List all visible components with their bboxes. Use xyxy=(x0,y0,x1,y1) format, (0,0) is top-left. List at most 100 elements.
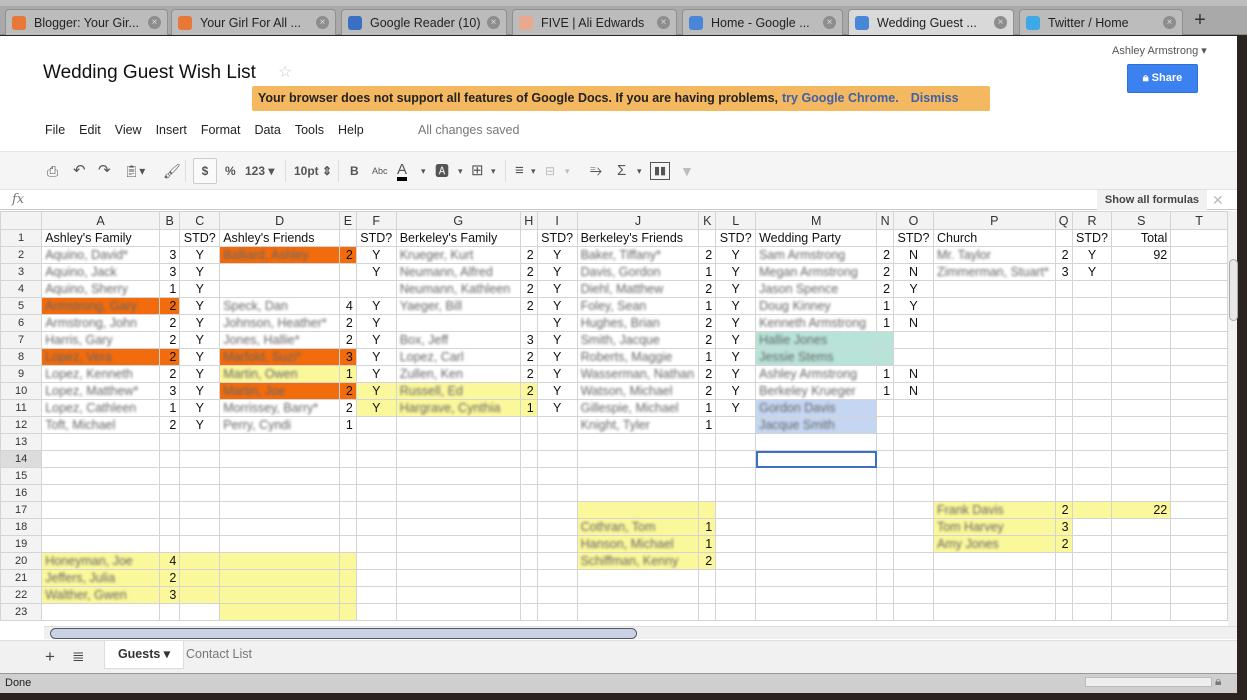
cell-S14[interactable] xyxy=(1111,450,1172,468)
cell-C12[interactable]: Y xyxy=(179,416,221,434)
cell-J15[interactable] xyxy=(576,467,700,485)
cell-A15[interactable] xyxy=(41,467,160,485)
cell-L4[interactable]: Y xyxy=(715,280,757,298)
cell-A9[interactable]: Lopez, Kenneth xyxy=(41,365,160,383)
column-header[interactable]: C xyxy=(179,211,221,230)
cell-Q19[interactable]: 2 xyxy=(1054,535,1073,553)
menu-help[interactable]: Help xyxy=(338,123,364,137)
close-tab-icon[interactable]: × xyxy=(657,16,670,29)
cell-C2[interactable]: Y xyxy=(179,246,221,264)
cell-I15[interactable] xyxy=(536,467,578,485)
cell-E16[interactable] xyxy=(339,484,357,502)
cell-J23[interactable] xyxy=(576,603,700,621)
column-header[interactable]: L xyxy=(715,211,757,230)
close-tab-icon[interactable]: × xyxy=(487,16,500,29)
cell-J4[interactable]: Diehl, Matthew xyxy=(576,280,700,298)
cell-L23[interactable] xyxy=(715,603,757,621)
filter-icon[interactable]: ▼ xyxy=(680,162,694,180)
cell-I18[interactable] xyxy=(536,518,578,536)
cell-D12[interactable]: Perry, Cyndi xyxy=(219,416,340,434)
row-header[interactable]: 7 xyxy=(0,331,43,349)
cell-S23[interactable] xyxy=(1111,603,1172,621)
cell-O7[interactable] xyxy=(893,331,934,349)
cell-B15[interactable] xyxy=(158,467,181,485)
cell-N14[interactable] xyxy=(876,450,895,468)
row-header[interactable]: 20 xyxy=(0,552,43,570)
row-header[interactable]: 16 xyxy=(0,484,43,502)
cell-H11[interactable]: 1 xyxy=(519,399,538,417)
close-tab-icon[interactable]: × xyxy=(1163,16,1176,29)
cell-H13[interactable] xyxy=(519,433,538,451)
cell-E8[interactable]: 3 xyxy=(339,348,357,366)
cell-G1[interactable]: Berkeley's Family xyxy=(395,229,521,247)
cell-G2[interactable]: Krueger, Kurt xyxy=(395,246,521,264)
cell-R3[interactable]: Y xyxy=(1071,263,1113,281)
cell-D1[interactable]: Ashley's Friends xyxy=(219,229,340,247)
cell-P1[interactable]: Church xyxy=(932,229,1056,247)
cell-T13[interactable] xyxy=(1170,433,1228,451)
cell-A16[interactable] xyxy=(41,484,160,502)
cell-J20[interactable]: Schiffman, Kenny xyxy=(576,552,700,570)
cell-S4[interactable] xyxy=(1111,280,1172,298)
browser-tab[interactable]: Home - Google ... × xyxy=(682,9,843,35)
cell-E5[interactable]: 4 xyxy=(339,297,357,315)
cell-S19[interactable] xyxy=(1111,535,1172,553)
cell-M16[interactable] xyxy=(755,484,878,502)
row-header[interactable]: 2 xyxy=(0,246,43,264)
cell-G18[interactable] xyxy=(395,518,521,536)
cell-M9[interactable]: Ashley Armstrong xyxy=(755,365,878,383)
cell-L19[interactable] xyxy=(715,535,757,553)
cell-H4[interactable]: 2 xyxy=(519,280,538,298)
cell-A19[interactable] xyxy=(41,535,160,553)
cell-O2[interactable]: N xyxy=(893,246,934,264)
cell-S10[interactable] xyxy=(1111,382,1172,400)
sum-icon[interactable]: Σ xyxy=(617,162,626,180)
try-chrome-link[interactable]: try Google Chrome. xyxy=(782,91,899,105)
cell-Q23[interactable] xyxy=(1054,603,1073,621)
browser-tab[interactable]: Twitter / Home × xyxy=(1019,9,1183,35)
cell-L7[interactable]: Y xyxy=(715,331,757,349)
cell-N21[interactable] xyxy=(876,569,895,587)
cell-G22[interactable] xyxy=(395,586,521,604)
cell-Q17[interactable]: 2 xyxy=(1054,501,1073,519)
cell-F13[interactable] xyxy=(355,433,397,451)
cell-F14[interactable] xyxy=(355,450,397,468)
cell-Q14[interactable] xyxy=(1054,450,1073,468)
cell-S6[interactable] xyxy=(1111,314,1172,332)
cell-Q10[interactable] xyxy=(1054,382,1073,400)
cell-M10[interactable]: Berkeley Krueger xyxy=(755,382,878,400)
cell-D15[interactable] xyxy=(219,467,340,485)
cell-N15[interactable] xyxy=(876,467,895,485)
cell-S9[interactable] xyxy=(1111,365,1172,383)
cell-O14[interactable] xyxy=(893,450,934,468)
cell-G5[interactable]: Yaeger, Bill xyxy=(395,297,521,315)
cell-D11[interactable]: Morrissey, Barry* xyxy=(219,399,340,417)
cell-R14[interactable] xyxy=(1071,450,1113,468)
cell-B22[interactable]: 3 xyxy=(158,586,181,604)
cell-C14[interactable] xyxy=(179,450,221,468)
cell-D5[interactable]: Speck, Dan xyxy=(219,297,340,315)
cell-G19[interactable] xyxy=(395,535,521,553)
cell-A18[interactable] xyxy=(41,518,160,536)
cell-Q22[interactable] xyxy=(1054,586,1073,604)
cell-L21[interactable] xyxy=(715,569,757,587)
cell-F8[interactable]: Y xyxy=(355,348,397,366)
cell-G11[interactable]: Hargrave, Cynthia xyxy=(395,399,521,417)
cell-T2[interactable] xyxy=(1170,246,1228,264)
align-icon[interactable]: ≡ xyxy=(515,162,524,180)
row-header[interactable]: 13 xyxy=(0,433,43,451)
cell-B23[interactable] xyxy=(158,603,181,621)
percent-format-button[interactable]: % xyxy=(225,162,236,180)
cell-D2[interactable]: Balliard, Ashley xyxy=(219,246,340,264)
row-header[interactable]: 4 xyxy=(0,280,43,298)
cell-R19[interactable] xyxy=(1071,535,1113,553)
cell-M3[interactable]: Megan Armstrong xyxy=(755,263,878,281)
cell-F22[interactable] xyxy=(355,586,397,604)
cell-G3[interactable]: Neumann, Alfred xyxy=(395,263,521,281)
cell-A13[interactable] xyxy=(41,433,160,451)
cell-N9[interactable]: 1 xyxy=(876,365,895,383)
cell-T17[interactable] xyxy=(1170,501,1228,519)
cell-H21[interactable] xyxy=(519,569,538,587)
cell-S8[interactable] xyxy=(1111,348,1172,366)
cell-E20[interactable] xyxy=(339,552,357,570)
